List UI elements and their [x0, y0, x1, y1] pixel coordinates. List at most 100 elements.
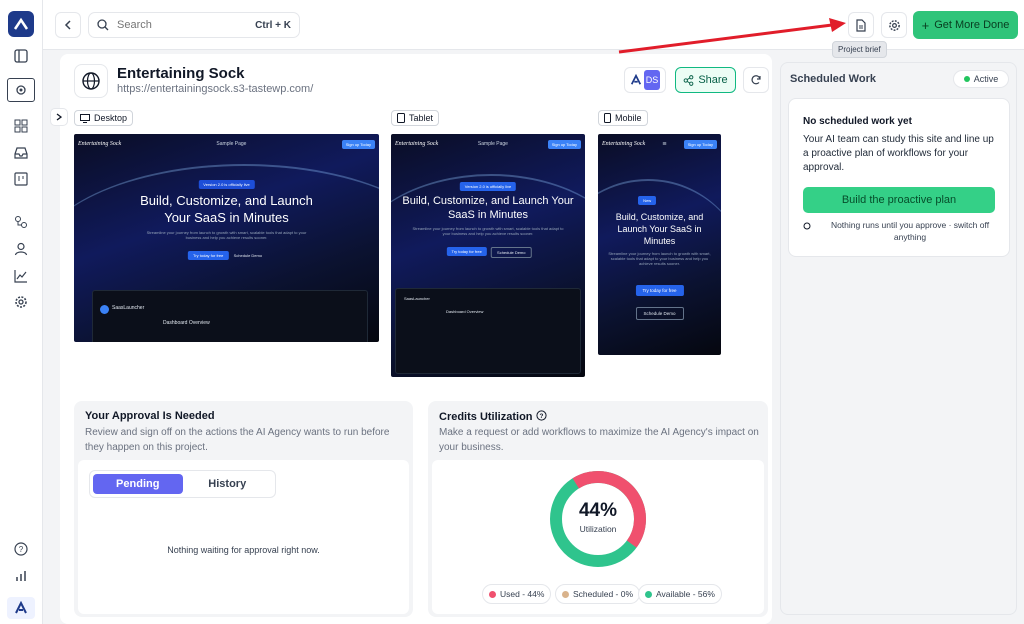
mobile-preview-nav: Entertaining Sock ≡ Sign up Today — [602, 138, 717, 150]
search-shortcut: Ctrl + K — [255, 19, 291, 31]
agency-logo-icon — [630, 74, 642, 85]
legend-scheduled: Scheduled - 0% — [555, 584, 641, 604]
tablet-preview-secondary-btn: Schedule Demo — [491, 247, 532, 258]
share-label: Share — [698, 74, 728, 86]
credits-title: Credits Utilization ? — [439, 410, 547, 423]
hamburger-icon: ≡ — [662, 140, 667, 148]
stats-icon[interactable] — [12, 567, 30, 585]
approval-card: Your Approval Is Needed Review and sign … — [74, 401, 413, 617]
get-more-done-button[interactable]: + Get More Done — [913, 11, 1018, 39]
credits-description: Make a request or add workflows to maxim… — [439, 427, 759, 453]
preview-secondary-btn: Schedule Demo — [233, 253, 263, 258]
search-box[interactable]: Ctrl + K — [88, 12, 300, 38]
settings-icon[interactable] — [12, 293, 30, 311]
project-title: Entertaining Sock — [117, 65, 245, 82]
desktop-label[interactable]: Desktop — [74, 110, 134, 126]
tablet-preview-headline: Build, Customize, and Launch Your SaaS i… — [402, 195, 574, 221]
build-plan-button[interactable]: Build the proactive plan — [803, 187, 995, 213]
scheduled-title: Scheduled Work — [790, 73, 876, 85]
preview-dash-title: Dashboard Overview — [163, 320, 210, 326]
workflow-icon[interactable] — [12, 213, 30, 231]
available-dot-icon — [645, 590, 652, 598]
back-button[interactable] — [55, 12, 81, 38]
circle-icon — [803, 222, 811, 230]
chevron-left-icon — [64, 20, 71, 30]
tab-history[interactable]: History — [183, 474, 273, 494]
settings-button[interactable] — [881, 12, 907, 38]
grid-icon[interactable] — [12, 117, 30, 135]
plus-icon: + — [921, 17, 930, 33]
app-logo[interactable] — [8, 11, 34, 37]
preview-brand: Entertaining Sock — [78, 141, 122, 147]
desktop-preview[interactable]: Entertaining Sock Sample Page Sign up Toda… — [74, 134, 379, 342]
status-dot-icon — [963, 76, 970, 82]
scheduled-note: Nothing runs until you approve · switch … — [803, 219, 1003, 243]
approval-tabs: Pending History — [89, 470, 276, 498]
project-url[interactable]: https://entertainingsock.s3-tastewp.com/ — [117, 83, 313, 95]
annotation-arrow-icon — [618, 18, 846, 54]
avatar[interactable]: DS — [624, 67, 666, 93]
project-icon[interactable] — [7, 78, 35, 102]
tab-pending[interactable]: Pending — [93, 474, 183, 494]
desktop-label-text: Desktop — [94, 113, 128, 123]
document-icon — [856, 18, 866, 32]
preview-dashboard: SaasLauncher Dashboard Overview — [92, 290, 368, 342]
legend-available-text: Available - 56% — [656, 589, 715, 599]
project-brief-button[interactable] — [848, 12, 874, 38]
tablet-preview-nav-link: Sample Page — [477, 141, 508, 147]
help-circle-icon[interactable]: ? — [535, 410, 547, 421]
inbox-icon[interactable] — [12, 144, 30, 162]
credits-card: Credits Utilization ? Make a request or … — [428, 401, 768, 617]
tablet-preview[interactable]: Entertaining Sock Sample Page Sign up Toda… — [391, 134, 585, 377]
legend-used-text: Used - 44% — [500, 589, 545, 599]
chevron-right-icon — [56, 113, 62, 121]
preview-tag: Version 2.0 is officially live — [198, 180, 255, 189]
approval-panel: Pending History Nothing waiting for appr… — [78, 460, 409, 614]
tablet-preview-nav: Entertaining Sock Sample Page Sign up Toda… — [395, 138, 581, 150]
tablet-preview-tag: Version 2.0 is officially live — [459, 182, 517, 191]
tablet-icon — [397, 113, 405, 123]
get-more-done-label: Get More Done — [934, 19, 1010, 31]
preview-subtext: Streamline your journey from launch to g… — [146, 230, 307, 240]
board-icon[interactable] — [12, 170, 30, 188]
svg-text:?: ? — [539, 413, 543, 420]
share-button[interactable]: Share — [675, 67, 736, 93]
tablet-preview-dashboard: SaasLauncher Dashboard Overview — [395, 288, 581, 374]
agency-logo-icon[interactable] — [7, 597, 35, 619]
refresh-icon — [751, 75, 761, 85]
mobile-preview[interactable]: Entertaining Sock ≡ Sign up Today New Buil… — [598, 134, 721, 355]
tablet-preview-subtext: Streamline your journey from launch to g… — [412, 226, 564, 236]
analytics-icon[interactable] — [12, 267, 30, 285]
mobile-preview-tag: New — [638, 196, 657, 205]
mobile-preview-subtext: Streamline your journey from launch to g… — [608, 251, 711, 266]
preview-nav-link: Sample Page — [216, 141, 247, 147]
scheduled-empty-panel: No scheduled work yet Your AI team can s… — [788, 98, 1010, 257]
sidebar-toggle-icon[interactable] — [12, 47, 30, 65]
mobile-preview-secondary-btn: Schedule Demo — [635, 307, 684, 320]
tablet-preview-brand: Entertaining Sock — [395, 141, 439, 147]
tablet-preview-dash-brand: SaasLauncher — [404, 296, 430, 301]
mobile-label[interactable]: Mobile — [598, 110, 648, 126]
left-rail: ? — [0, 0, 43, 624]
tablet-preview-primary-btn: Try today for free — [446, 247, 487, 256]
monitor-icon — [80, 113, 90, 123]
help-icon[interactable]: ? — [12, 540, 30, 558]
legend-used: Used - 44% — [482, 584, 552, 604]
globe-icon — [74, 64, 108, 98]
user-icon[interactable] — [12, 240, 30, 258]
preview-nav-cta: Sign up Today — [341, 139, 375, 149]
utilization-caption: Utilization — [579, 524, 617, 534]
collapse-button[interactable] — [50, 108, 68, 126]
status-badge: Active — [953, 70, 1009, 88]
preview-dash-brand: SaasLauncher — [112, 305, 145, 311]
tablet-label-text: Tablet — [409, 113, 434, 123]
mobile-preview-primary-btn: Try today for free — [635, 285, 684, 296]
search-input[interactable] — [117, 19, 237, 31]
avatar-initials: DS — [644, 70, 660, 90]
refresh-button[interactable] — [743, 67, 769, 93]
approval-title: Your Approval Is Needed — [85, 410, 215, 422]
phone-icon — [604, 113, 611, 123]
tablet-label[interactable]: Tablet — [391, 110, 440, 126]
status-text: Active — [973, 74, 999, 84]
share-icon — [683, 74, 694, 86]
